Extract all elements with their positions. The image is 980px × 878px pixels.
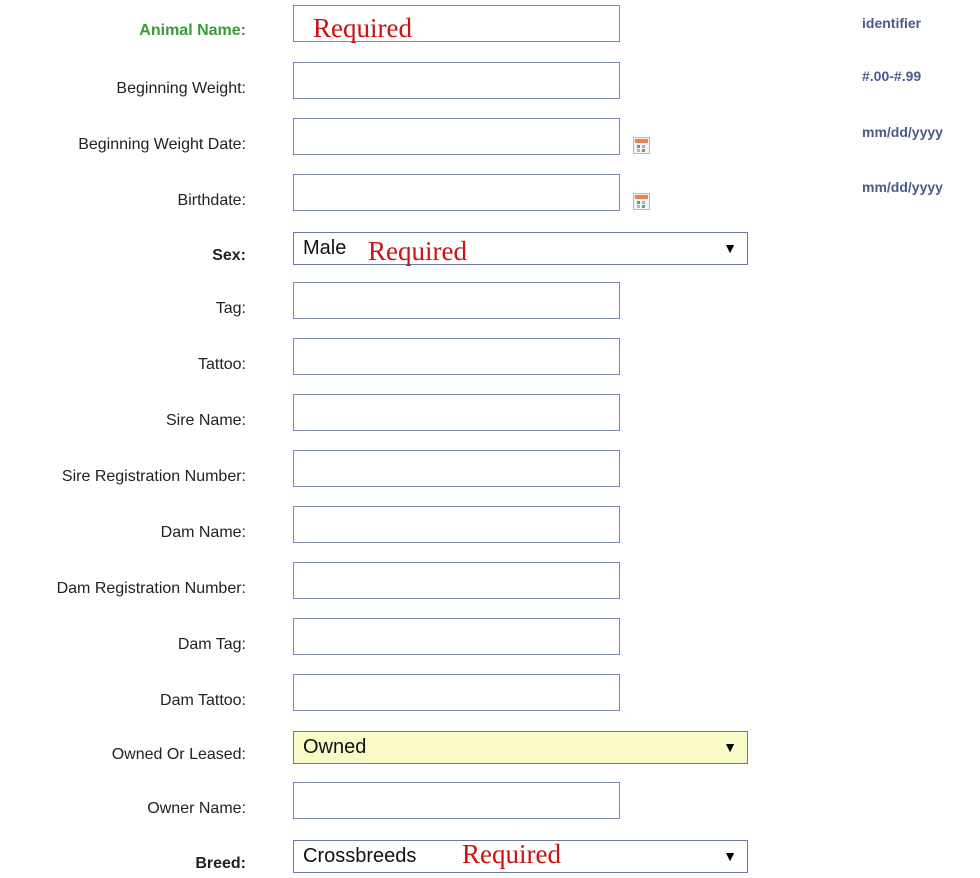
birthdate-hint: mm/dd/yyyy [862,179,943,195]
breed-label: Breed: [195,855,246,872]
animal-name-label: Animal Name: [139,22,246,39]
calendar-icon[interactable] [633,137,650,154]
dam-tattoo-label: Dam Tattoo: [160,692,246,709]
dam-registration-number-input[interactable] [294,563,619,598]
beginning-weight-field[interactable] [293,62,620,99]
birthdate-input[interactable] [294,175,619,210]
dam-name-input[interactable] [294,507,619,542]
sex-selected-value: Male [303,237,347,259]
dam-name-label: Dam Name: [160,524,246,541]
animal-name-hint: identifier [862,15,922,31]
dam-tag-input[interactable] [294,619,619,654]
dam-tag-label: Dam Tag: [177,636,246,653]
sex-select[interactable]: Male ▼ [293,232,748,265]
owned-or-leased-select[interactable]: Owned ▼ [293,731,748,764]
sire-registration-number-label: Sire Registration Number: [61,468,246,485]
dam-tattoo-input[interactable] [294,675,619,710]
beginning-weight-input[interactable] [294,63,619,98]
owner-name-label: Owner Name: [147,800,246,817]
tag-label: Tag: [215,300,246,317]
dam-registration-number-field[interactable] [293,562,620,599]
dam-tag-field[interactable] [293,618,620,655]
sex-label: Sex: [212,247,246,264]
sire-name-field[interactable] [293,394,620,431]
birthdate-field[interactable] [293,174,620,211]
birthdate-label: Birthdate: [177,192,246,209]
owner-name-input[interactable] [294,783,619,818]
tag-input[interactable] [294,283,619,318]
beginning-weight-date-input[interactable] [294,119,619,154]
beginning-weight-date-label: Beginning Weight Date: [78,136,246,153]
tattoo-input[interactable] [294,339,619,374]
sire-name-label: Sire Name: [165,412,246,429]
sire-registration-number-input[interactable] [294,451,619,486]
chevron-down-icon: ▼ [723,848,737,864]
beginning-weight-date-field[interactable] [293,118,620,155]
sire-name-input[interactable] [294,395,619,430]
dam-tattoo-field[interactable] [293,674,620,711]
tattoo-label: Tattoo: [197,356,246,373]
animal-name-field[interactable] [293,5,620,42]
breed-selected-value: Crossbreeds [303,845,417,867]
sire-registration-number-field[interactable] [293,450,620,487]
chevron-down-icon: ▼ [723,240,737,256]
calendar-icon[interactable] [633,193,650,210]
beginning-weight-hint: #.00-#.99 [862,68,922,84]
tattoo-field[interactable] [293,338,620,375]
beginning-weight-date-hint: mm/dd/yyyy [862,124,943,140]
owned-or-leased-label: Owned Or Leased: [111,746,246,763]
owner-name-field[interactable] [293,782,620,819]
chevron-down-icon: ▼ [723,739,737,755]
beginning-weight-label: Beginning Weight: [116,80,246,97]
animal-name-input[interactable] [294,6,619,41]
breed-select[interactable]: Crossbreeds ▼ [293,840,748,873]
tag-field[interactable] [293,282,620,319]
owned-or-leased-selected-value: Owned [303,736,367,758]
dam-name-field[interactable] [293,506,620,543]
dam-registration-number-label: Dam Registration Number: [56,580,246,597]
